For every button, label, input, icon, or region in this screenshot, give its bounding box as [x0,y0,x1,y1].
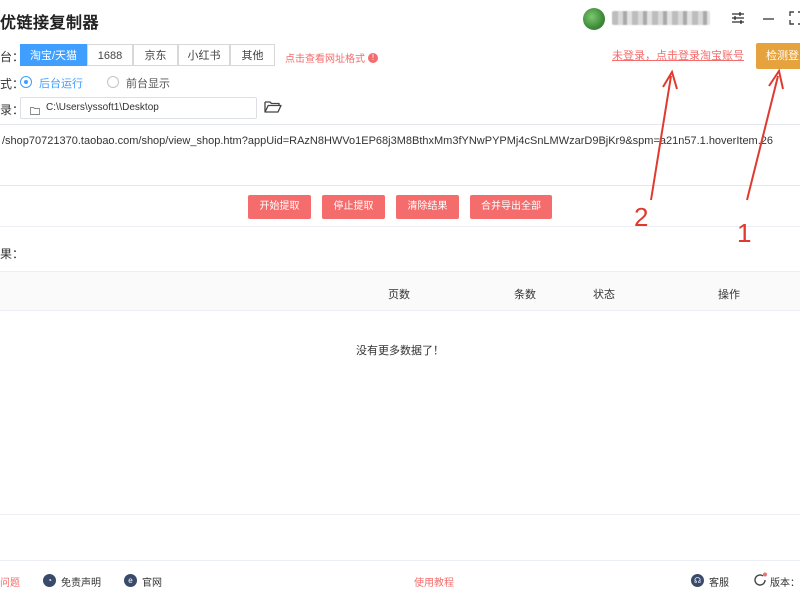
annotation-number-2: 2 [634,202,649,232]
annotation-arrows [650,68,784,201]
annotation-number-1: 1 [737,218,752,248]
